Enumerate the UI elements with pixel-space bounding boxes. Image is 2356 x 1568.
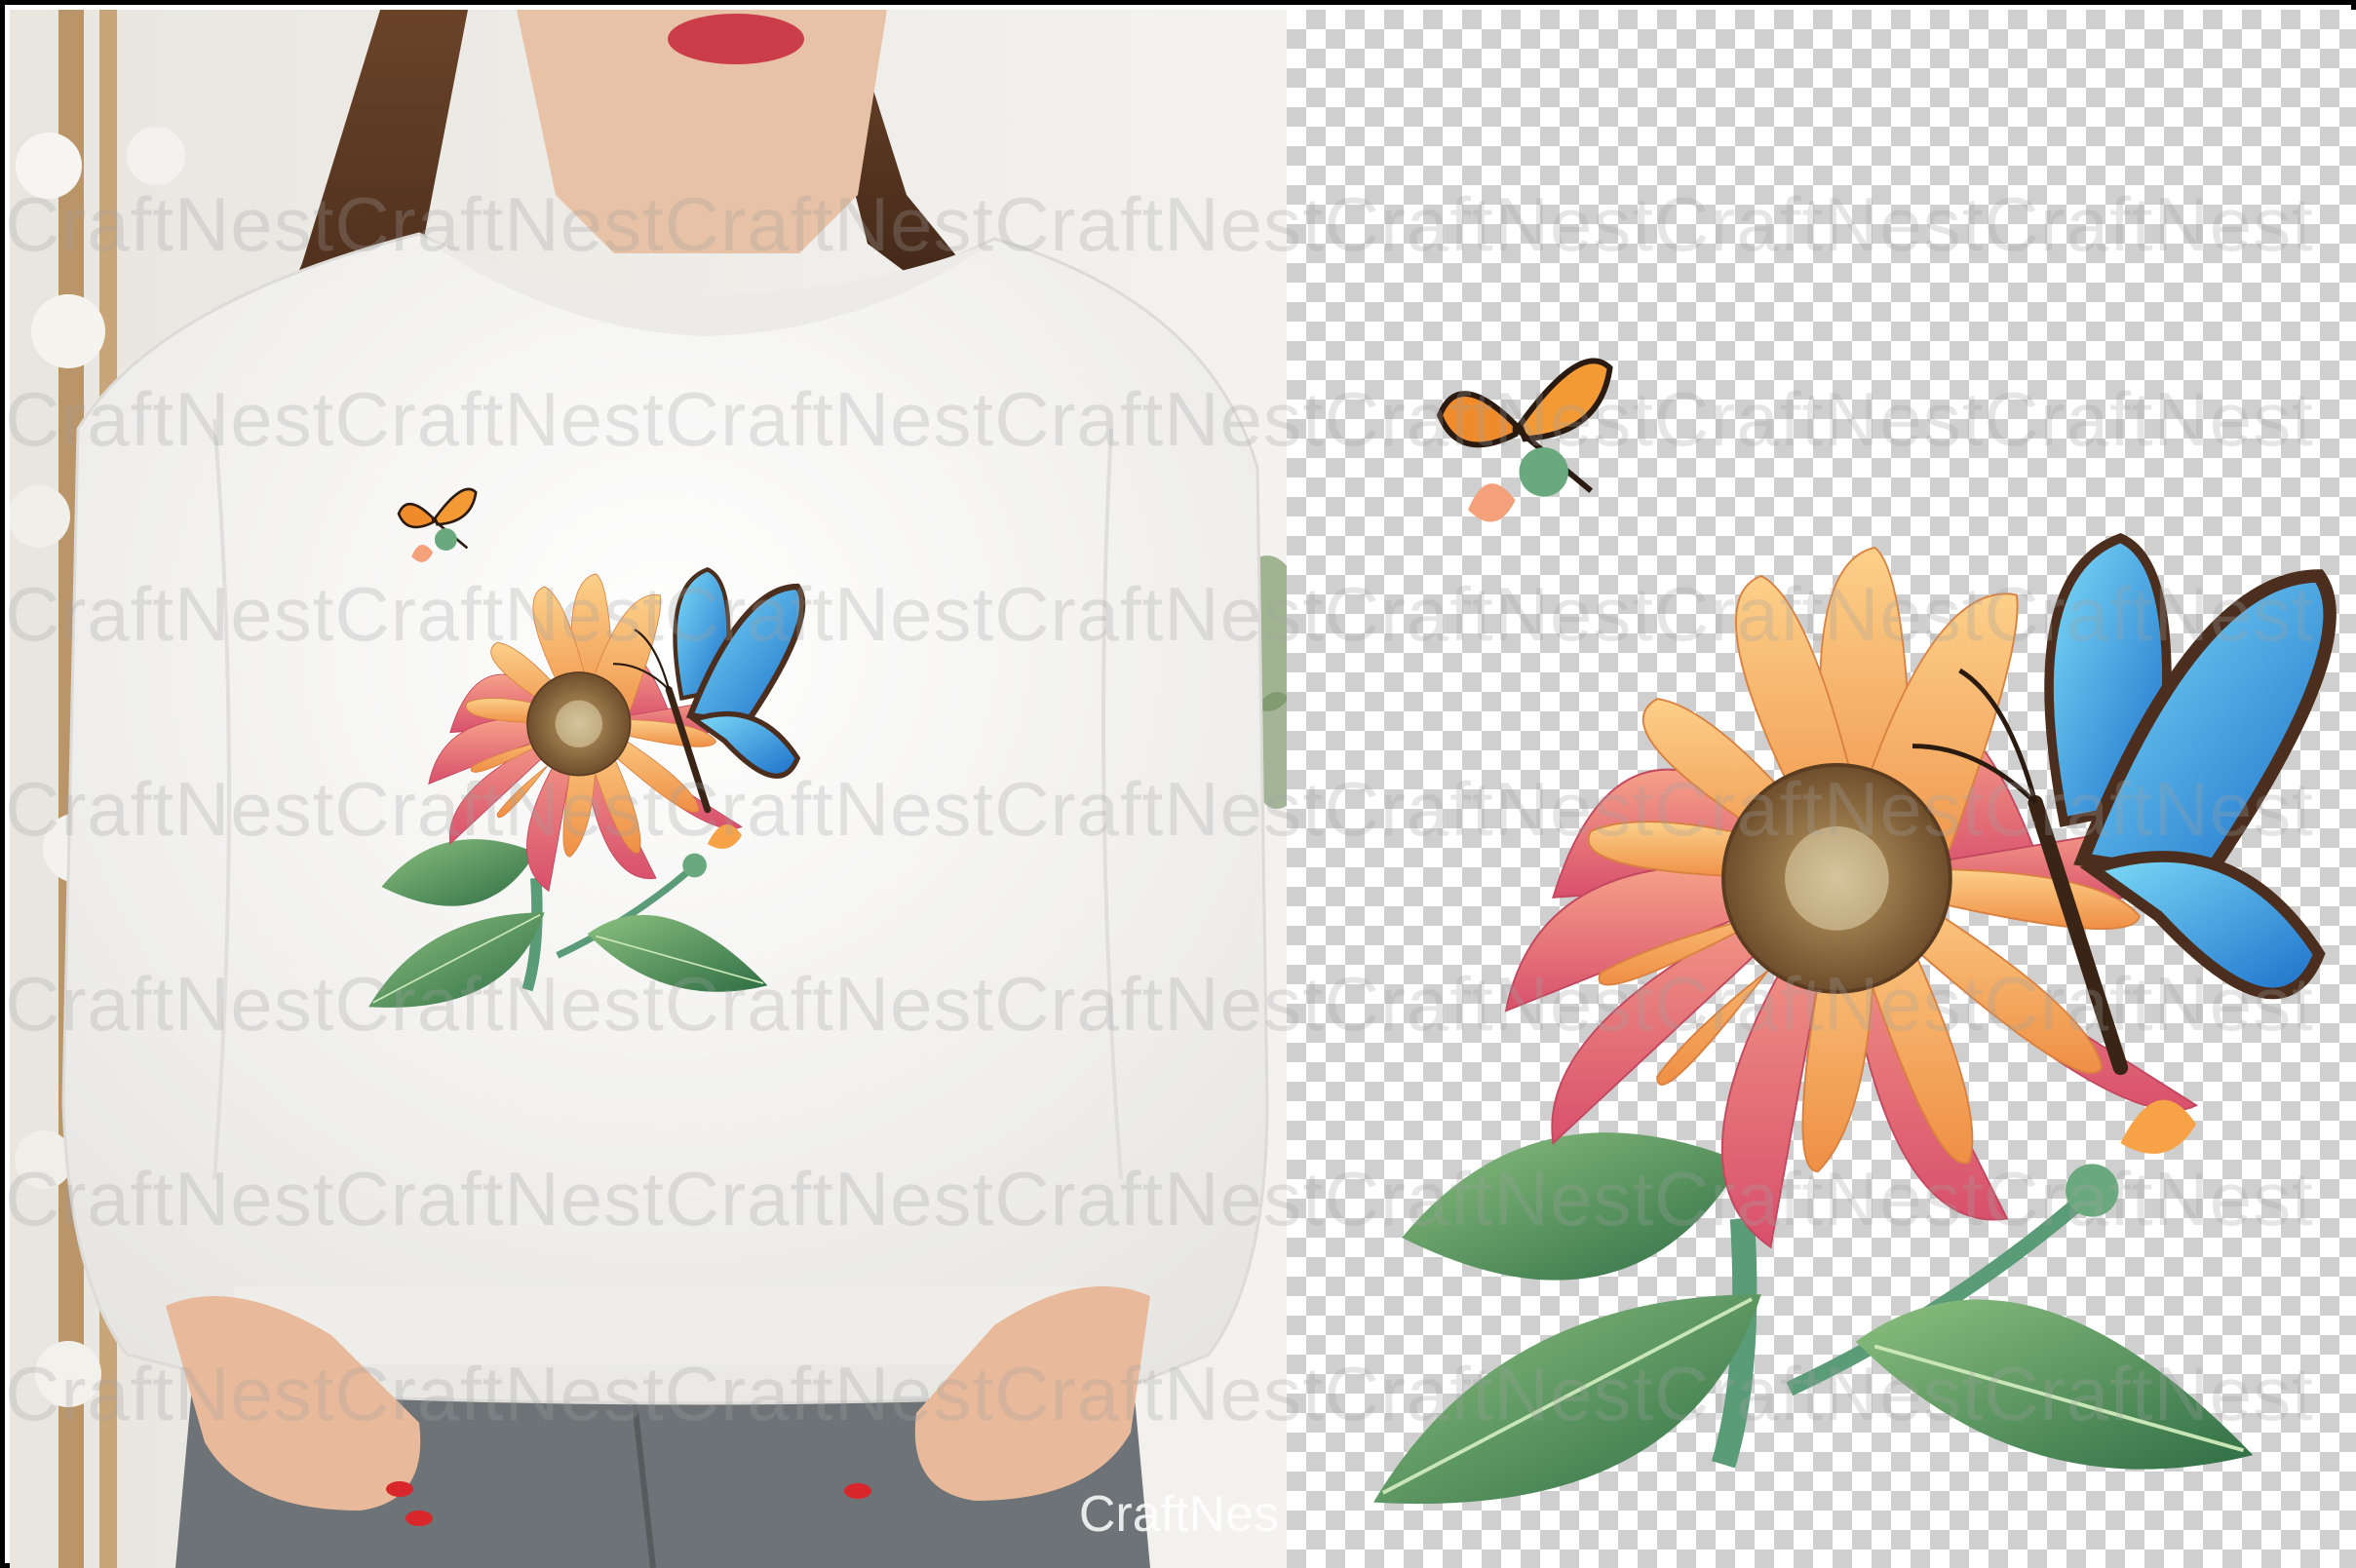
flower-butterfly-design (1373, 361, 2330, 1504)
mockup-photo (10, 10, 1287, 1568)
mockup-illustration (10, 10, 1287, 1568)
lips (668, 14, 804, 64)
waistband (234, 1286, 1092, 1364)
corner-watermark: CraftNes (1078, 1486, 1279, 1543)
design-preview (1287, 10, 2356, 1568)
transparent-preview (1287, 10, 2356, 1568)
image-frame: CraftNestCraftNestCraftNestCraftNestCraf… (0, 0, 2356, 1568)
sweatshirt (61, 232, 1269, 1405)
